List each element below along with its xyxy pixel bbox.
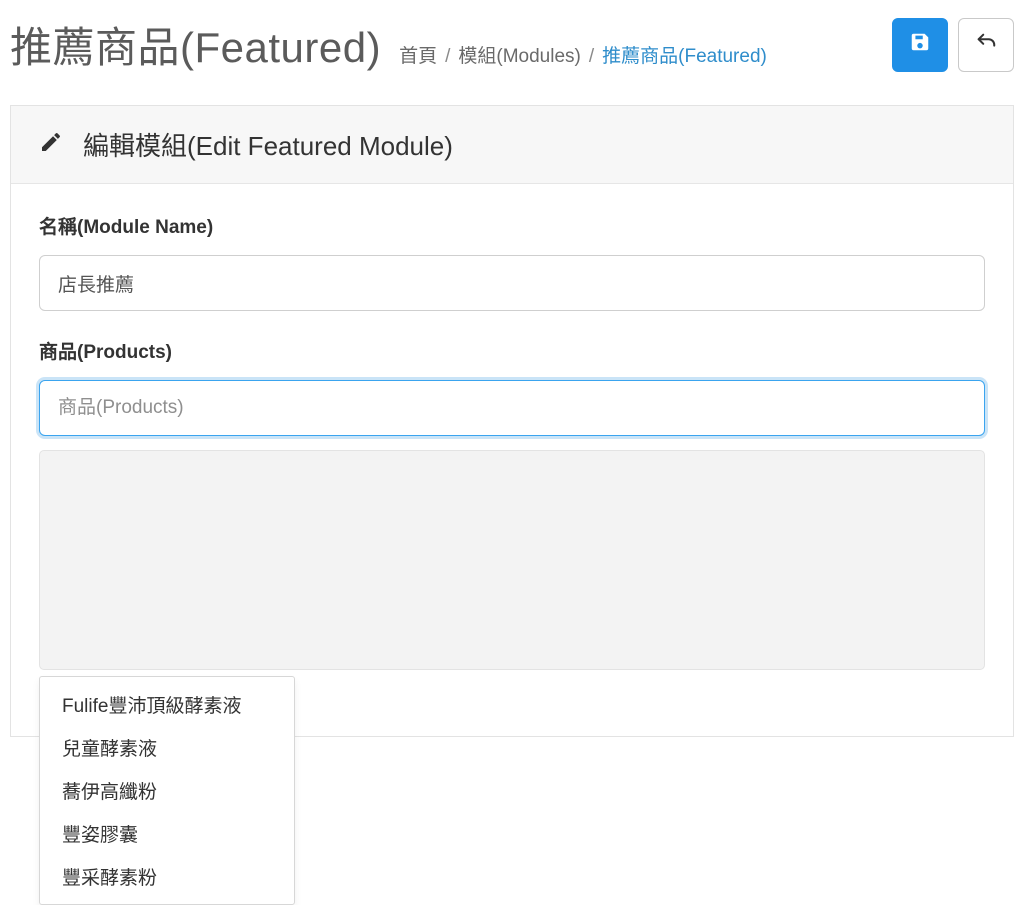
page-header-left: 推薦商品(Featured) 首頁 / 模組(Modules) / 推薦商品(F… <box>10 14 767 75</box>
save-icon <box>909 31 931 58</box>
pencil-icon <box>39 130 63 159</box>
autocomplete-option[interactable]: Fulife豐沛頂級酵素液 <box>40 683 294 726</box>
breadcrumb-home[interactable]: 首頁 <box>399 41 437 68</box>
breadcrumb-modules[interactable]: 模組(Modules) <box>458 41 580 68</box>
autocomplete-option[interactable]: 豐采酵素粉 <box>40 855 294 898</box>
breadcrumb-current[interactable]: 推薦商品(Featured) <box>602 41 767 68</box>
back-arrow-icon <box>975 31 997 58</box>
module-name-label: 名稱(Module Name) <box>39 212 985 239</box>
save-button[interactable] <box>892 18 948 72</box>
page-header-actions <box>892 18 1014 72</box>
module-name-input[interactable] <box>39 255 985 311</box>
panel-heading-title: 編輯模組(Edit Featured Module) <box>83 126 453 163</box>
breadcrumb: 首頁 / 模組(Modules) / 推薦商品(Featured) <box>399 41 767 68</box>
panel-heading: 編輯模組(Edit Featured Module) <box>11 106 1013 184</box>
page-title: 推薦商品(Featured) <box>10 14 381 75</box>
edit-panel: 編輯模組(Edit Featured Module) 名稱(Module Nam… <box>10 105 1014 737</box>
autocomplete-option[interactable]: 兒童酵素液 <box>40 726 294 769</box>
autocomplete-option[interactable]: 豐姿膠囊 <box>40 812 294 855</box>
autocomplete-option[interactable]: 蕎伊高纖粉 <box>40 769 294 812</box>
breadcrumb-sep: / <box>589 46 594 68</box>
breadcrumb-sep: / <box>445 46 450 68</box>
products-autocomplete-dropdown: Fulife豐沛頂級酵素液 兒童酵素液 蕎伊高纖粉 豐姿膠囊 豐采酵素粉 <box>39 676 295 905</box>
form-group-name: 名稱(Module Name) <box>39 212 985 311</box>
back-button[interactable] <box>958 18 1014 72</box>
products-label: 商品(Products) <box>39 337 985 364</box>
page-header: 推薦商品(Featured) 首頁 / 模組(Modules) / 推薦商品(F… <box>0 0 1024 105</box>
products-input[interactable] <box>39 380 985 436</box>
form-group-products: 商品(Products) Fulife豐沛頂級酵素液 兒童酵素液 蕎伊高纖粉 豐… <box>39 337 985 670</box>
panel-body: 名稱(Module Name) 商品(Products) Fulife豐沛頂級酵… <box>11 184 1013 736</box>
selected-products-well <box>39 450 985 670</box>
